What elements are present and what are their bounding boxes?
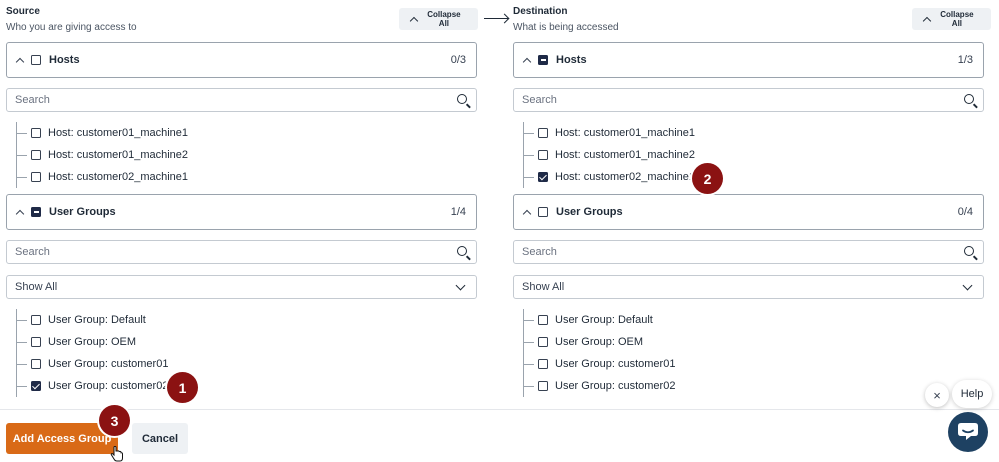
source-user-groups-header[interactable]: User Groups 1/4 bbox=[6, 194, 477, 230]
source-hosts-header[interactable]: Hosts 0/3 bbox=[6, 42, 477, 78]
user-group-checkbox[interactable] bbox=[538, 359, 548, 369]
source-hosts-search-placeholder: Search bbox=[15, 94, 50, 106]
chevron-up-icon bbox=[409, 16, 419, 25]
user-group-checkbox[interactable] bbox=[31, 359, 41, 369]
source-user-groups-search-placeholder: Search bbox=[15, 246, 50, 258]
source-filter-value: Show All bbox=[15, 281, 58, 293]
chat-launcher-button[interactable] bbox=[948, 412, 988, 452]
list-item[interactable]: Host: customer02_machine1 bbox=[524, 166, 695, 188]
host-checkbox[interactable] bbox=[31, 150, 41, 160]
destination-user-groups-checkbox[interactable] bbox=[538, 207, 548, 217]
destination-collapse-all-label: Collapse All bbox=[940, 10, 974, 28]
list-item[interactable]: User Group: customer02 bbox=[17, 375, 168, 397]
host-checkbox[interactable] bbox=[31, 172, 41, 182]
source-hosts-list: Host: customer01_machine1 Host: customer… bbox=[16, 122, 188, 188]
source-collapse-all-label: Collapse All bbox=[427, 10, 461, 28]
step-badge-1: 1 bbox=[167, 372, 198, 403]
destination-user-groups-label: User Groups bbox=[556, 206, 623, 218]
list-item[interactable]: Host: customer02_machine1 bbox=[17, 166, 188, 188]
host-checkbox[interactable] bbox=[538, 150, 548, 160]
chevron-up-icon[interactable] bbox=[522, 209, 532, 218]
destination-user-groups-search-input[interactable]: Search bbox=[513, 240, 984, 264]
host-checkbox[interactable] bbox=[538, 172, 548, 182]
chevron-up-icon[interactable] bbox=[522, 57, 532, 66]
source-hosts-label: Hosts bbox=[49, 54, 80, 66]
chevron-up-icon[interactable] bbox=[15, 57, 25, 66]
source-hosts-checkbox[interactable] bbox=[31, 55, 41, 65]
destination-hosts-label: Hosts bbox=[556, 54, 587, 66]
list-item[interactable]: User Group: customer02 bbox=[524, 375, 675, 397]
list-item[interactable]: User Group: Default bbox=[524, 309, 675, 331]
user-group-checkbox[interactable] bbox=[31, 381, 41, 391]
source-subtitle: Who you are giving access to bbox=[6, 22, 137, 33]
user-group-checkbox[interactable] bbox=[538, 381, 548, 391]
destination-collapse-all-button[interactable]: Collapse All bbox=[912, 8, 991, 30]
arrow-right-icon bbox=[484, 18, 508, 20]
host-checkbox[interactable] bbox=[31, 128, 41, 138]
list-item[interactable]: Host: customer01_machine2 bbox=[524, 144, 695, 166]
destination-hosts-list: Host: customer01_machine1 Host: customer… bbox=[523, 122, 695, 188]
list-item[interactable]: User Group: customer01 bbox=[524, 353, 675, 375]
user-group-checkbox[interactable] bbox=[538, 315, 548, 325]
destination-user-groups-filter-select[interactable]: Show All bbox=[513, 275, 984, 299]
chevron-up-icon[interactable] bbox=[15, 209, 25, 218]
destination-hosts-checkbox[interactable] bbox=[538, 55, 548, 65]
destination-title: Destination bbox=[513, 6, 568, 17]
list-item[interactable]: User Group: OEM bbox=[524, 331, 675, 353]
source-user-groups-label: User Groups bbox=[49, 206, 116, 218]
chevron-up-icon bbox=[922, 16, 932, 25]
destination-user-groups-header[interactable]: User Groups 0/4 bbox=[513, 194, 984, 230]
step-badge-2: 2 bbox=[692, 163, 723, 194]
list-item[interactable]: Host: customer01_machine1 bbox=[17, 122, 188, 144]
source-hosts-search-input[interactable]: Search bbox=[6, 88, 477, 112]
destination-user-groups-search-placeholder: Search bbox=[522, 246, 557, 258]
source-user-groups-search-input[interactable]: Search bbox=[6, 240, 477, 264]
help-bubble[interactable]: Help bbox=[952, 380, 992, 408]
user-group-checkbox[interactable] bbox=[31, 337, 41, 347]
help-label: Help bbox=[960, 388, 984, 400]
destination-user-groups-count: 0/4 bbox=[957, 206, 973, 218]
source-user-groups-filter-select[interactable]: Show All bbox=[6, 275, 477, 299]
source-hosts-count: 0/3 bbox=[450, 54, 466, 66]
chat-icon bbox=[958, 423, 978, 440]
source-title: Source bbox=[6, 6, 40, 17]
source-user-groups-checkbox[interactable] bbox=[31, 207, 41, 217]
destination-filter-value: Show All bbox=[522, 281, 565, 293]
destination-hosts-search-placeholder: Search bbox=[522, 94, 557, 106]
search-icon[interactable] bbox=[964, 94, 974, 104]
host-checkbox[interactable] bbox=[538, 128, 548, 138]
list-item[interactable]: Host: customer01_machine1 bbox=[524, 122, 695, 144]
destination-user-groups-list: User Group: Default User Group: OEM User… bbox=[523, 309, 675, 397]
destination-hosts-header[interactable]: Hosts 1/3 bbox=[513, 42, 984, 78]
search-icon[interactable] bbox=[457, 94, 467, 104]
list-item[interactable]: User Group: customer01 bbox=[17, 353, 168, 375]
source-collapse-all-button[interactable]: Collapse All bbox=[399, 8, 478, 30]
hand-cursor-icon bbox=[110, 446, 123, 462]
list-item[interactable]: User Group: OEM bbox=[17, 331, 168, 353]
source-user-groups-count: 1/4 bbox=[450, 206, 466, 218]
destination-hosts-count: 1/3 bbox=[957, 54, 973, 66]
search-icon[interactable] bbox=[457, 246, 467, 256]
close-icon: × bbox=[933, 387, 941, 403]
cancel-button[interactable]: Cancel bbox=[132, 423, 188, 454]
footer-divider bbox=[0, 409, 999, 410]
destination-hosts-search-input[interactable]: Search bbox=[513, 88, 984, 112]
source-user-groups-list: User Group: Default User Group: OEM User… bbox=[16, 309, 168, 397]
search-icon[interactable] bbox=[964, 246, 974, 256]
chevron-down-icon[interactable] bbox=[455, 280, 466, 291]
list-item[interactable]: User Group: Default bbox=[17, 309, 168, 331]
chevron-down-icon[interactable] bbox=[962, 280, 973, 291]
user-group-checkbox[interactable] bbox=[31, 315, 41, 325]
user-group-checkbox[interactable] bbox=[538, 337, 548, 347]
list-item[interactable]: Host: customer01_machine2 bbox=[17, 144, 188, 166]
destination-subtitle: What is being accessed bbox=[513, 22, 619, 33]
step-badge-3: 3 bbox=[99, 405, 130, 436]
close-help-button[interactable]: × bbox=[925, 383, 949, 407]
